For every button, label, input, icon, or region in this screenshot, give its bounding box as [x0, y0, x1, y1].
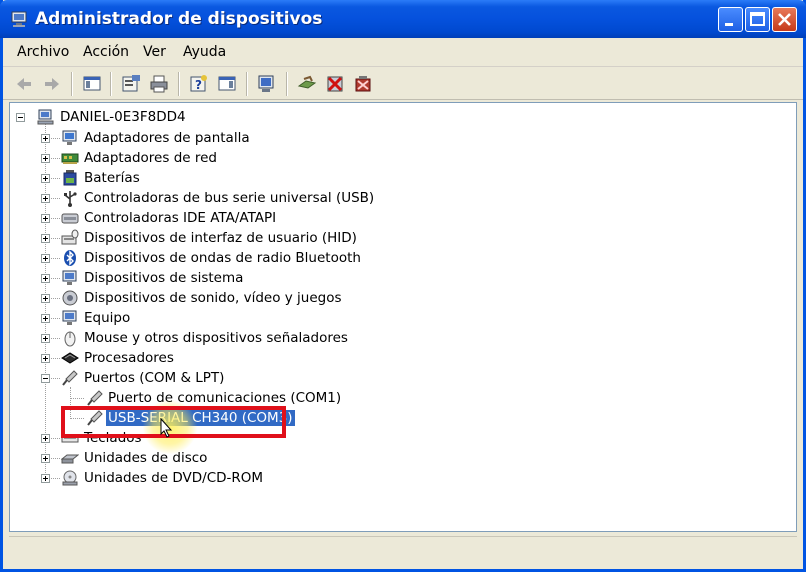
status-bar [9, 536, 797, 562]
print-icon[interactable] [148, 73, 170, 95]
uninstall-device-icon[interactable] [352, 73, 374, 95]
menu-archivo[interactable]: Archivo [17, 44, 69, 60]
expand-sound-devices[interactable] [41, 294, 50, 303]
highlight-box [61, 406, 286, 438]
tree-item-label[interactable]: Mouse y otros dispositivos señaladores [84, 330, 348, 346]
close-button[interactable] [772, 7, 797, 32]
expand-processors[interactable] [41, 354, 50, 363]
disk-drive-icon [61, 454, 79, 464]
tree-item-label[interactable]: Dispositivos de ondas de radio Bluetooth [84, 250, 361, 266]
menu-bar: Archivo Acción Ver Ayuda [3, 38, 803, 67]
dvd-icon [62, 470, 78, 486]
device-manager-icon [11, 11, 27, 27]
tree-item-label[interactable]: Adaptadores de red [84, 150, 217, 166]
tree-item-label[interactable]: Baterías [84, 170, 140, 186]
tree-item-label[interactable]: Controladoras de bus serie universal (US… [84, 190, 374, 206]
processor-icon [61, 352, 79, 364]
minimize-icon [725, 23, 733, 26]
device-manager-window: Administrador de dispositivos Archivo Ac… [0, 0, 806, 572]
expand-keyboards[interactable] [41, 434, 50, 443]
update-driver-icon[interactable] [296, 73, 318, 95]
expand-mouse[interactable] [41, 334, 50, 343]
toolbar: ? [3, 67, 803, 100]
battery-icon [63, 170, 77, 186]
back-icon[interactable] [13, 73, 35, 95]
close-icon [778, 13, 791, 26]
sound-icon [62, 290, 78, 306]
display-adapter-icon [62, 130, 77, 145]
scan-hardware-icon[interactable] [256, 73, 278, 95]
expand-computer[interactable] [41, 314, 50, 323]
tree-item-label[interactable]: Dispositivos de sonido, vídeo y juegos [84, 290, 342, 306]
computer-icon [37, 109, 54, 125]
hid-icon [61, 229, 79, 245]
tree-root-label[interactable]: DANIEL-0E3F8DD4 [60, 109, 186, 125]
show-hide-console-tree-icon[interactable] [81, 73, 103, 95]
tree-item-label[interactable]: Procesadores [84, 350, 174, 366]
port-icon [62, 370, 78, 386]
collapse-ports[interactable] [41, 374, 50, 383]
menu-ver[interactable]: Ver [143, 44, 166, 60]
expand-hid[interactable] [41, 234, 50, 243]
expand-system-devices[interactable] [41, 274, 50, 283]
menu-ayuda[interactable]: Ayuda [183, 44, 226, 60]
expand-bluetooth[interactable] [41, 254, 50, 263]
show-hide-action-pane-icon[interactable] [216, 73, 238, 95]
computer-icon [62, 310, 77, 325]
tree-item-label[interactable]: Puerto de comunicaciones (COM1) [108, 390, 341, 406]
expand-network-adapters[interactable] [41, 154, 50, 163]
expand-batteries[interactable] [41, 174, 50, 183]
forward-icon[interactable] [41, 73, 63, 95]
title-bar[interactable]: Administrador de dispositivos [0, 0, 806, 38]
tree-item-label[interactable]: Unidades de disco [84, 450, 207, 466]
root-collapse-toggle[interactable] [16, 113, 25, 122]
network-adapter-icon [61, 153, 79, 164]
tree-item-label[interactable]: Controladoras IDE ATA/ATAPI [84, 210, 276, 226]
tree-item-label[interactable]: Adaptadores de pantalla [84, 130, 250, 146]
tree-item-label[interactable]: Equipo [84, 310, 130, 326]
menu-accion[interactable]: Acción [83, 44, 129, 60]
expand-disk-drives[interactable] [41, 454, 50, 463]
system-device-icon [62, 270, 77, 285]
usb-icon [64, 191, 77, 207]
help-icon[interactable]: ? [188, 73, 210, 95]
svg-text:?: ? [195, 78, 202, 92]
port-icon [87, 390, 103, 406]
ide-controller-icon [61, 213, 79, 224]
properties-icon[interactable] [120, 73, 142, 95]
bluetooth-icon [64, 250, 76, 266]
device-tree[interactable]: DANIEL-0E3F8DD4 Adaptadores de pantalla … [9, 102, 797, 532]
tree-item-label[interactable]: Puertos (COM & LPT) [84, 370, 224, 386]
expand-display-adapters[interactable] [41, 134, 50, 143]
window-title: Administrador de dispositivos [35, 9, 323, 29]
minimize-button[interactable] [718, 7, 743, 32]
mouse-icon [64, 331, 76, 347]
expand-dvd-drives[interactable] [41, 474, 50, 483]
expand-ide-controllers[interactable] [41, 214, 50, 223]
maximize-icon [750, 12, 765, 26]
maximize-button[interactable] [745, 7, 770, 32]
expand-usb-controllers[interactable] [41, 194, 50, 203]
tree-item-label[interactable]: Dispositivos de interfaz de usuario (HID… [84, 230, 357, 246]
tree-item-label[interactable]: Dispositivos de sistema [84, 270, 243, 286]
tree-item-label[interactable]: Unidades de DVD/CD-ROM [84, 470, 263, 486]
mouse-cursor-icon [160, 418, 173, 438]
disable-device-icon[interactable] [324, 73, 346, 95]
